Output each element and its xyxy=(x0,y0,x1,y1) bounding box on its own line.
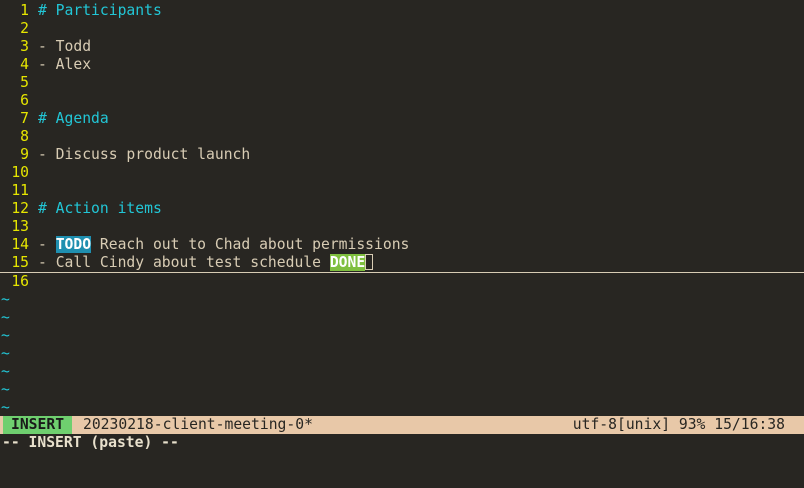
mode-indicator: INSERT xyxy=(3,416,73,434)
line-number: 2 xyxy=(20,20,29,37)
line-number: 12 xyxy=(11,200,29,217)
editor-line[interactable]: 11 xyxy=(0,182,804,200)
editor-line[interactable]: 13 xyxy=(0,218,804,236)
line-text: Reach out to Chad about permissions xyxy=(91,236,410,253)
editor-line[interactable]: 16 xyxy=(0,273,804,291)
todo-badge: TODO xyxy=(55,236,92,253)
command-line[interactable]: -- INSERT (paste) -- xyxy=(2,434,179,452)
editor-line[interactable]: 8 xyxy=(0,128,804,146)
editor-line[interactable]: 7 # Agenda xyxy=(0,110,804,128)
editor-line[interactable]: 14- TODO Reach out to Chad about permiss… xyxy=(0,236,804,254)
file-info: utf-8[unix] 93% 15/16:38 xyxy=(572,416,785,433)
line-text: - Alex xyxy=(38,56,92,73)
line-number: 10 xyxy=(11,164,29,181)
line-text: Call Cindy about test schedule xyxy=(55,254,330,271)
editor-line[interactable]: 10 xyxy=(0,164,804,182)
editor-line[interactable]: 4 - Alex xyxy=(0,56,804,74)
status-line: INSERT 20230218-client-meeting-0* utf-8[… xyxy=(0,416,804,434)
line-number: 14 xyxy=(11,236,29,253)
empty-line-tilde: ~ xyxy=(1,363,10,380)
list-dash: - xyxy=(38,236,56,253)
line-number: 15 xyxy=(11,254,29,271)
line-text: - Todd xyxy=(38,38,92,55)
line-number: 9 xyxy=(20,146,29,163)
text-cursor xyxy=(365,254,374,270)
line-number: 4 xyxy=(20,56,29,73)
file-name: 20230218-client-meeting-0* xyxy=(83,416,313,433)
editor-buffer[interactable]: 1 # Participants 2 3 - Todd 4 - Alex 5 6 7 #… xyxy=(0,2,804,417)
editor-line[interactable]: 1 # Participants xyxy=(0,2,804,20)
editor-line[interactable]: 12 # Action items xyxy=(0,200,804,218)
line-number: 16 xyxy=(11,273,29,290)
empty-line-tilde: ~ xyxy=(1,381,10,398)
line-number: 5 xyxy=(20,74,29,91)
heading-text: # Action items xyxy=(38,200,162,217)
heading-text: # Agenda xyxy=(38,110,109,127)
empty-line-tilde: ~ xyxy=(1,399,10,416)
line-text: - Discuss product launch xyxy=(38,146,251,163)
editor-line[interactable]: 2 xyxy=(0,20,804,38)
line-number: 1 xyxy=(20,2,29,19)
line-number: 6 xyxy=(20,92,29,109)
empty-line-tilde: ~ xyxy=(1,291,10,308)
line-number: 13 xyxy=(11,218,29,235)
list-dash: - xyxy=(38,254,56,271)
line-number: 11 xyxy=(11,182,29,199)
heading-text: # Participants xyxy=(38,2,162,19)
editor-line[interactable]: 9 - Discuss product launch xyxy=(0,146,804,164)
current-editor-line[interactable]: 15- Call Cindy about test schedule DONE xyxy=(0,254,804,273)
editor-line[interactable]: 5 xyxy=(0,74,804,92)
line-number: 7 xyxy=(20,110,29,127)
line-number: 8 xyxy=(20,128,29,145)
line-number: 3 xyxy=(20,38,29,55)
empty-line-tilde: ~ xyxy=(1,309,10,326)
empty-line-tilde: ~ xyxy=(1,345,10,362)
editor-line[interactable]: 6 xyxy=(0,92,804,110)
done-badge: DONE xyxy=(329,254,366,271)
empty-line-tilde: ~ xyxy=(1,327,10,344)
editor-line[interactable]: 3 - Todd xyxy=(0,38,804,56)
